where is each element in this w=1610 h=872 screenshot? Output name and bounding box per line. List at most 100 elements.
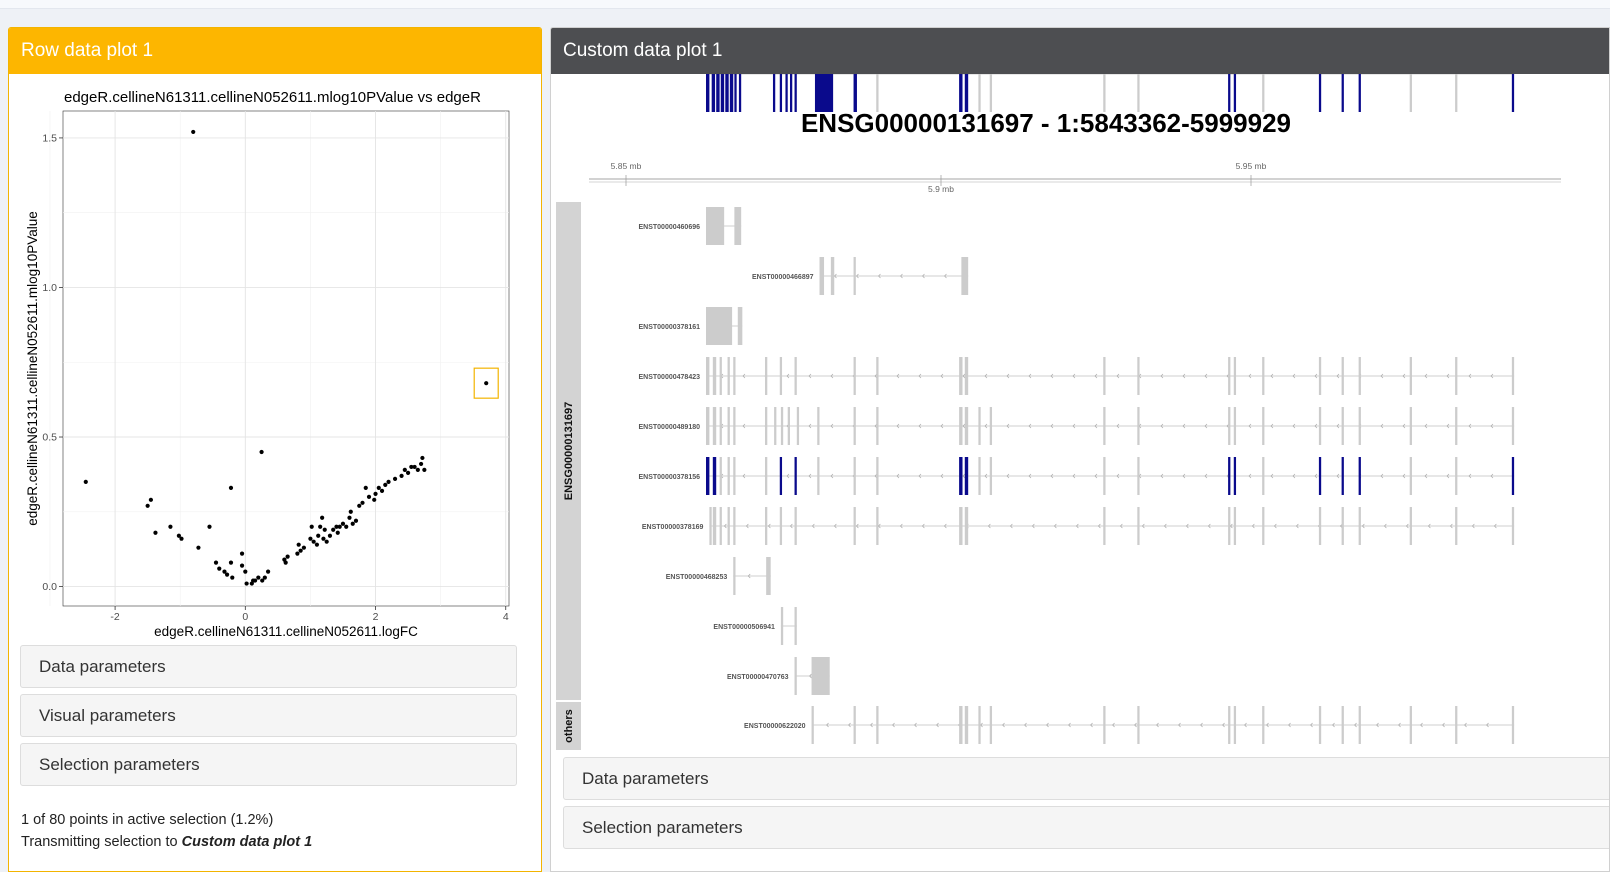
y-axis-label: edgeR.cellineN61311.cellineN052611.mlog1…	[25, 211, 40, 525]
exon-block	[733, 357, 736, 395]
scatter-point	[344, 524, 349, 529]
accordion-label: Selection parameters	[39, 754, 200, 774]
exon-block	[1318, 457, 1322, 495]
transcript-row: ENST00000489180	[639, 407, 1515, 445]
exon-block	[1455, 706, 1458, 744]
scatter-point	[386, 479, 391, 484]
exon-block	[727, 407, 730, 445]
scatter-point	[318, 524, 323, 529]
exon-block	[1511, 74, 1515, 112]
scatter-point	[285, 554, 290, 559]
exon-block	[1228, 407, 1231, 445]
selection-parameters-accordion[interactable]: Selection parameters	[563, 806, 1609, 849]
x-tick-label: 4	[503, 611, 509, 623]
scatter-point	[360, 500, 365, 505]
exon-block	[989, 407, 993, 445]
transcript-label: ENST00000378161	[639, 324, 701, 331]
scatter-point	[191, 129, 196, 135]
exon-block	[719, 357, 722, 395]
exon-block	[765, 357, 768, 395]
exon-block	[1262, 407, 1265, 445]
exon-block	[1318, 407, 1322, 445]
scatter-point	[327, 533, 333, 538]
scatter-plot[interactable]: -2 0 2 4 0.0 0.5 1.0 1.5 edgeR.cellineN61311.cel…	[9, 74, 542, 669]
x-tick-label: 0	[242, 611, 248, 623]
data-parameters-accordion[interactable]: Data parameters	[563, 757, 1609, 800]
genome-axis-tick-label: 5.85 mb	[611, 161, 642, 171]
exon-block	[779, 507, 783, 545]
exon-block	[817, 407, 820, 445]
exon-block	[716, 74, 720, 112]
transcript-row: ENST00000622020	[744, 706, 1515, 744]
exon-block	[978, 407, 981, 445]
scatter-point	[308, 536, 313, 541]
scatter-point	[357, 503, 362, 508]
scatter-point	[340, 521, 346, 526]
exon-block	[961, 257, 969, 295]
exon-block	[1137, 407, 1140, 445]
exon-block	[959, 357, 963, 395]
exon-block	[1409, 507, 1412, 545]
data-parameters-accordion[interactable]: Data parameters	[20, 645, 517, 688]
selection-parameters-accordion[interactable]: Selection parameters	[20, 743, 517, 786]
exon-block	[1511, 407, 1515, 445]
scatter-point	[405, 470, 411, 476]
exon-block	[706, 307, 733, 345]
scatter-point	[213, 560, 219, 565]
scatter-point	[252, 578, 258, 583]
scatter-point	[256, 575, 261, 580]
exon-block	[712, 507, 717, 545]
exon-block	[978, 706, 981, 744]
exon-block	[989, 457, 993, 495]
exon-block	[1233, 357, 1237, 395]
selected-point	[484, 381, 489, 386]
exon-block	[1409, 74, 1412, 112]
gene-track-plot: ENSG00000131697 - 1:5843362-5999929 5.85 …	[556, 73, 1561, 750]
scatter-point	[372, 497, 377, 502]
exon-block	[1262, 507, 1265, 545]
exon-block	[706, 357, 710, 395]
scatter-point	[335, 530, 340, 535]
row-data-plot-panel: Row data plot 1 -2 0 2 4 0.0 0.5 1.0 1.5 edgeR.c…	[8, 27, 542, 872]
transcript-row: ENST00000378161	[639, 307, 743, 345]
scatter-point	[353, 518, 359, 523]
x-tick-label: 2	[373, 611, 379, 623]
custom-data-plot-title: Custom data plot 1	[551, 28, 1609, 74]
exon-block	[1228, 74, 1231, 112]
exon-block	[1455, 357, 1458, 395]
exon-block	[1358, 507, 1361, 545]
exon-block	[964, 457, 969, 495]
exon-block	[712, 357, 717, 395]
accordion-label: Selection parameters	[582, 817, 743, 837]
scatter-point	[259, 449, 264, 455]
exon-block	[1341, 706, 1344, 744]
exon-block	[1318, 357, 1322, 395]
exon-block	[959, 457, 963, 495]
exon-block	[1511, 706, 1515, 744]
row-data-plot-title: Row data plot 1	[9, 28, 541, 74]
scatter-point	[296, 542, 301, 547]
visual-parameters-accordion[interactable]: Visual parameters	[20, 694, 517, 737]
transcript-label: ENST00000378156	[639, 474, 701, 481]
exon-block	[706, 74, 710, 112]
exon-block	[1409, 457, 1412, 495]
exon-block	[1228, 706, 1231, 744]
accordion-label: Data parameters	[39, 656, 166, 676]
scatter-point	[415, 467, 420, 473]
exon-block	[737, 307, 743, 345]
exon-block	[733, 557, 736, 595]
scatter-point	[283, 560, 288, 565]
gene-track-title: ENSG00000131697 - 1:5843362-5999929	[801, 108, 1291, 138]
exon-block	[1233, 457, 1237, 495]
exon-block	[766, 557, 771, 595]
scatter-point	[239, 551, 245, 556]
transcript-label: ENST00000468253	[666, 574, 728, 581]
exon-block	[1455, 507, 1458, 545]
exon-block	[1318, 706, 1322, 744]
custom-data-plot-panel: Custom data plot 1 ENSG00000131697 - 1:5…	[550, 27, 1610, 872]
scatter-plot-area[interactable]: -2 0 2 4 0.0 0.5 1.0 1.5 edgeR.cellineN61311.cel…	[9, 74, 542, 674]
scatter-point	[309, 524, 314, 529]
scatter-point	[153, 530, 158, 535]
transmit-status-text: Transmitting selection to Custom data pl…	[21, 834, 312, 850]
scatter-point	[363, 485, 368, 490]
